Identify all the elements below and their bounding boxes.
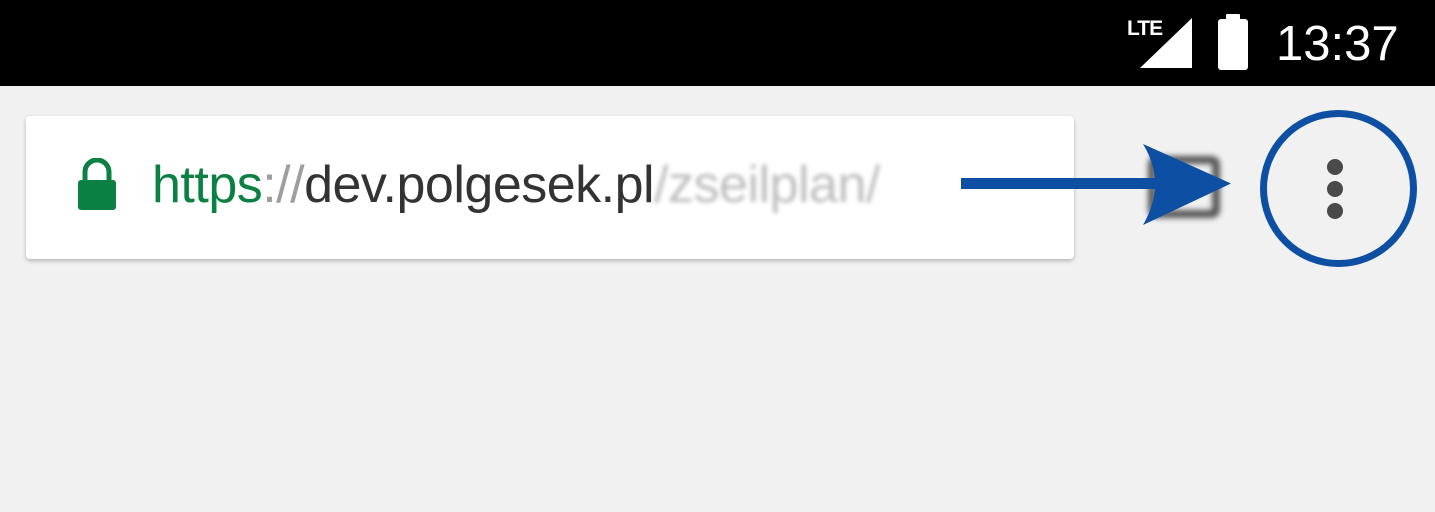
annotation-arrow [961,144,1231,225]
status-clock: 13:37 [1276,17,1399,71]
url-path: /zseilplan/ [654,156,880,214]
url-separator: :// [262,156,305,214]
lock-icon[interactable] [76,158,118,212]
status-bar: LTE 13:37 [0,0,1435,86]
battery-icon [1218,14,1248,70]
url-scheme: https [152,156,263,214]
signal-icon [1140,18,1192,68]
annotation-circle [1260,110,1417,267]
address-bar[interactable]: https://dev.polgesek.pl/zseilplan/ [26,116,1074,259]
url-host: dev.polgesek.pl [304,156,655,214]
url-text[interactable]: https://dev.polgesek.pl/zseilplan/ [152,152,880,218]
